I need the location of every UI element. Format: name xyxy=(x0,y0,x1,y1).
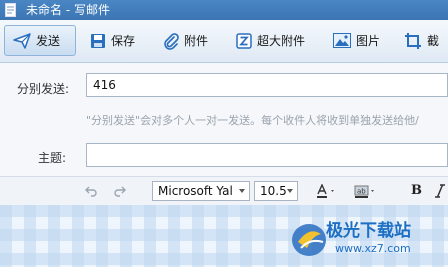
save-label: 保存 xyxy=(111,34,136,48)
font-family-select[interactable]: Microsoft Yal xyxy=(152,181,250,201)
separate-send-hint: "分别发送"会对多个人一对一发送。每个收件人将收到单独发送给他/ xyxy=(86,114,419,127)
undo-icon[interactable] xyxy=(84,184,98,198)
window-titlebar: 未命名 - 写邮件 xyxy=(0,0,448,20)
save-button[interactable]: 保存 xyxy=(90,25,135,56)
window-title: 未命名 - 写邮件 xyxy=(26,3,110,17)
bold-button[interactable]: B xyxy=(411,183,422,198)
font-family-value: Microsoft Yal xyxy=(158,184,233,198)
highlight-color-icon[interactable]: ab xyxy=(354,184,378,198)
large-attachment-label: 超大附件 xyxy=(257,34,306,48)
compose-toolbar: 发送 保存 附件 超大附件 图片 截 xyxy=(0,20,448,63)
subject-field[interactable] xyxy=(86,143,448,167)
chevron-down-icon xyxy=(239,189,245,193)
crop-icon xyxy=(405,32,421,49)
watermark-url: www.xz7.com xyxy=(335,242,411,255)
screenshot-button[interactable]: 截 xyxy=(404,25,439,56)
picture-icon xyxy=(333,33,351,48)
redo-icon[interactable] xyxy=(113,184,127,198)
svg-text:ab: ab xyxy=(357,188,366,196)
paperclip-icon xyxy=(164,32,179,50)
font-size-value: 10.5 xyxy=(260,184,287,198)
image-label: 图片 xyxy=(356,34,381,48)
chevron-down-icon xyxy=(287,189,293,193)
send-label: 发送 xyxy=(36,34,61,48)
subject-label: 主题: xyxy=(38,151,67,165)
document-icon xyxy=(5,3,16,17)
attachment-label: 附件 xyxy=(184,34,209,48)
large-attachment-button[interactable]: 超大附件 xyxy=(236,25,305,56)
separate-send-label: 分别发送: xyxy=(17,82,70,96)
screenshot-label: 截 xyxy=(427,34,440,48)
send-button[interactable]: 发送 xyxy=(4,25,76,56)
format-toolbar: Microsoft Yal 10.5 ab B xyxy=(0,176,448,206)
font-size-select[interactable]: 10.5 xyxy=(254,181,298,201)
attachment-button[interactable]: 附件 xyxy=(163,25,208,56)
save-icon xyxy=(91,33,105,48)
italic-icon[interactable] xyxy=(434,184,446,198)
watermark-site-name: 极光下载站 xyxy=(326,221,411,241)
compose-header-form: 分别发送: 416 "分别发送"会对多个人一对一发送。每个收件人将收到单独发送给… xyxy=(0,63,448,176)
large-attachment-icon xyxy=(236,32,252,49)
font-color-icon[interactable] xyxy=(316,184,338,198)
recipients-field[interactable]: 416 xyxy=(86,73,448,97)
image-button[interactable]: 图片 xyxy=(333,25,380,56)
send-icon xyxy=(13,32,31,49)
